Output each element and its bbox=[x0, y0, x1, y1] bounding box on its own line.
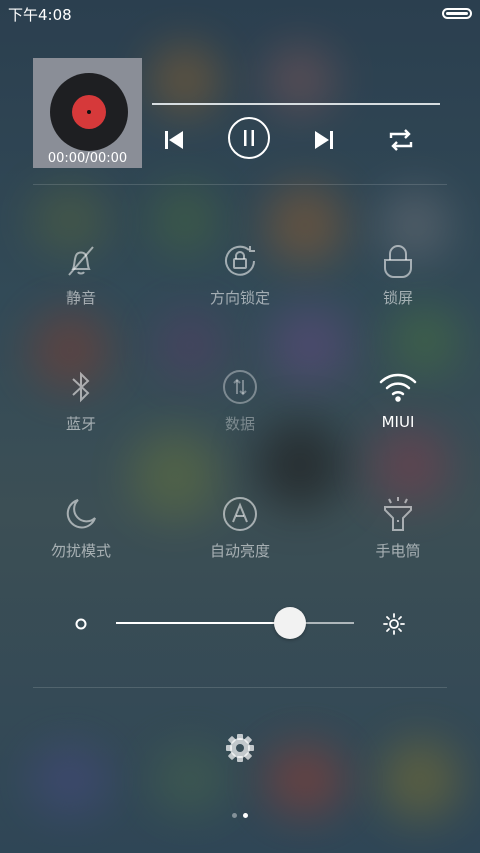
toggle-label: 静音 bbox=[65, 289, 96, 307]
toggle-lock-screen[interactable]: 锁屏 bbox=[338, 241, 458, 308]
toggle-auto-brightness[interactable]: 自动亮度 bbox=[180, 494, 300, 561]
auto-brightness-icon bbox=[220, 494, 260, 534]
page-dot bbox=[232, 813, 237, 818]
toggle-label: 锁屏 bbox=[382, 289, 413, 307]
page-dot bbox=[243, 813, 248, 818]
lock-icon bbox=[378, 241, 418, 281]
wifi-icon bbox=[378, 367, 418, 407]
status-time: 下午4:08 bbox=[8, 6, 72, 24]
flashlight-icon bbox=[378, 494, 418, 534]
mobile-data-icon bbox=[220, 367, 260, 407]
music-player: 00:00/00:00 bbox=[33, 58, 445, 170]
repeat-icon bbox=[389, 129, 413, 151]
divider bbox=[33, 184, 447, 185]
next-track-button[interactable] bbox=[310, 126, 338, 154]
toggle-label: 手电筒 bbox=[375, 542, 421, 560]
toggle-label: MIUI bbox=[381, 413, 415, 431]
playback-time: 00:00/00:00 bbox=[47, 151, 128, 166]
toggle-label: 勿扰模式 bbox=[50, 542, 111, 560]
bell-muted-icon bbox=[61, 241, 101, 281]
brightness-slider[interactable] bbox=[70, 603, 410, 645]
toggle-mute[interactable]: 静音 bbox=[21, 241, 141, 308]
settings-button[interactable] bbox=[223, 731, 257, 765]
battery-icon bbox=[442, 8, 472, 19]
repeat-button[interactable] bbox=[385, 124, 417, 156]
skip-next-icon bbox=[315, 131, 333, 149]
toggle-bluetooth[interactable]: 蓝牙 bbox=[21, 367, 141, 434]
toggle-label: 数据 bbox=[224, 415, 255, 433]
toggle-label: 蓝牙 bbox=[65, 415, 96, 433]
rotation-lock-icon bbox=[220, 241, 260, 281]
brightness-thumb[interactable] bbox=[273, 607, 306, 639]
toggle-label: 方向锁定 bbox=[209, 289, 270, 307]
pause-icon bbox=[244, 130, 254, 146]
skip-previous-icon bbox=[165, 131, 183, 149]
toggle-label: 自动亮度 bbox=[209, 542, 270, 560]
bluetooth-icon bbox=[61, 367, 101, 407]
album-art[interactable]: 00:00/00:00 bbox=[33, 58, 142, 168]
page-indicator bbox=[232, 813, 248, 818]
divider bbox=[33, 687, 447, 688]
brightness-track[interactable] bbox=[116, 622, 354, 624]
toggle-wifi[interactable]: MIUI bbox=[338, 367, 458, 431]
status-bar: 下午4:08 bbox=[0, 0, 480, 28]
brightness-high-icon bbox=[383, 613, 405, 635]
toggle-rotation-lock[interactable]: 方向锁定 bbox=[180, 241, 300, 308]
brightness-low-icon bbox=[75, 618, 87, 630]
toggle-do-not-disturb[interactable]: 勿扰模式 bbox=[21, 494, 141, 561]
moon-icon bbox=[61, 494, 101, 534]
gear-icon bbox=[226, 734, 254, 762]
pause-button[interactable] bbox=[228, 117, 270, 159]
toggle-mobile-data[interactable]: 数据 bbox=[180, 367, 300, 434]
playback-progress-bar[interactable] bbox=[152, 103, 440, 105]
vinyl-record-icon bbox=[50, 73, 128, 151]
toggle-flashlight[interactable]: 手电筒 bbox=[338, 494, 458, 561]
previous-track-button[interactable] bbox=[160, 126, 188, 154]
